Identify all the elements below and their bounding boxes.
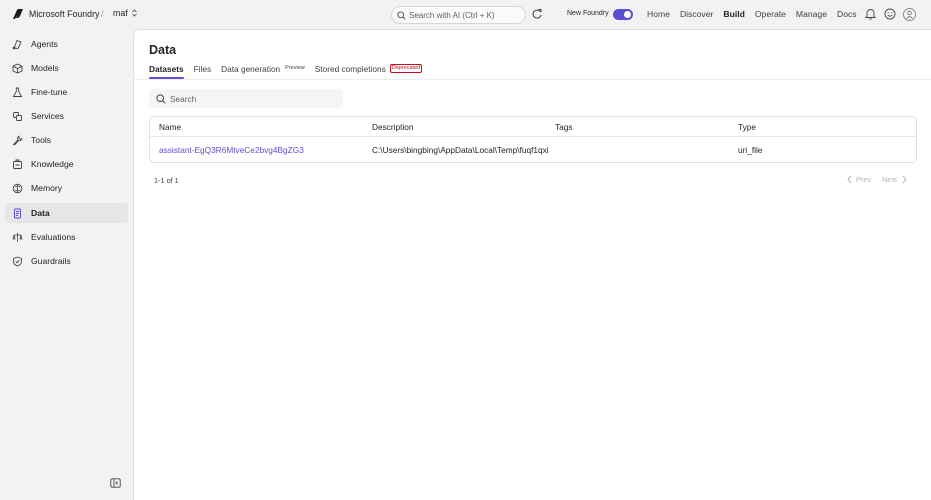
- column-header-type[interactable]: Type: [738, 122, 756, 132]
- cube-icon: [12, 62, 23, 73]
- column-header-tags[interactable]: Tags: [555, 122, 573, 132]
- foundry-logo-icon: [13, 8, 23, 19]
- dataset-type: uri_file: [738, 145, 763, 155]
- chevron-right-icon: [902, 175, 907, 184]
- sidebar-item-label: Guardrails: [31, 256, 71, 266]
- top-nav: Home Discover Build Operate Manage Docs: [647, 9, 867, 19]
- pagination: Prev Next: [846, 175, 908, 184]
- nav-docs[interactable]: Docs: [837, 9, 857, 19]
- sidebar-item-tools[interactable]: Tools: [5, 130, 128, 150]
- global-search[interactable]: [391, 6, 526, 24]
- sidebar-item-label: Evaluations: [31, 232, 76, 242]
- person-icon: [906, 10, 913, 19]
- project-selector[interactable]: maf: [113, 8, 138, 18]
- search-icon: [156, 93, 166, 104]
- tab-divider: [134, 79, 931, 80]
- column-header-description[interactable]: Description: [372, 122, 414, 132]
- tab-label: Stored completions: [314, 64, 386, 74]
- tab-data-generation[interactable]: Data generation Preview: [221, 64, 305, 79]
- new-foundry-label: New Foundry: [567, 10, 609, 17]
- search-icon: [397, 10, 406, 20]
- nav-manage[interactable]: Manage: [796, 9, 827, 19]
- feedback-smile-icon[interactable]: [884, 8, 896, 20]
- column-header-name[interactable]: Name: [159, 122, 181, 132]
- tab-files[interactable]: Files: [194, 64, 212, 79]
- sidebar: Agents Models Fine-tune Services Tools K…: [0, 29, 133, 500]
- tab-label: Data generation: [221, 64, 281, 74]
- datasets-table: Name Description Tags Type assistant-EgQ…: [149, 116, 917, 163]
- pagination-range: 1-1 of 1: [154, 176, 179, 185]
- next-label: Next: [882, 175, 898, 184]
- sidebar-item-services[interactable]: Services: [5, 106, 128, 126]
- tab-stored-completions[interactable]: Stored completions Deprecated: [314, 64, 423, 79]
- page-title: Data: [149, 43, 177, 57]
- memory-icon: [12, 183, 23, 193]
- prev-label: Prev: [856, 175, 872, 184]
- data-icon: [14, 208, 21, 218]
- preview-badge: Preview: [285, 65, 305, 71]
- sidebar-item-label: Tools: [31, 135, 52, 145]
- sidebar-item-models[interactable]: Models: [5, 58, 128, 78]
- dataset-description: C:\Users\bingbing\AppData\Local\Temp\fuq…: [372, 145, 549, 155]
- sidebar-item-knowledge[interactable]: Knowledge: [5, 154, 128, 174]
- user-avatar[interactable]: [903, 8, 916, 21]
- evaluations-icon: [12, 232, 23, 242]
- refresh-icon[interactable]: [531, 8, 543, 20]
- shield-icon: [13, 256, 22, 266]
- sidebar-item-label: Services: [31, 111, 64, 121]
- nav-discover[interactable]: Discover: [680, 9, 713, 19]
- nav-build[interactable]: Build: [723, 9, 744, 19]
- table-header: Name Description Tags Type: [150, 117, 916, 137]
- dataset-name-link[interactable]: assistant-EgQ3R6MtveCe2bvg4BgZG3: [159, 145, 304, 155]
- collapse-sidebar-icon[interactable]: [110, 478, 121, 488]
- deprecated-badge: Deprecated: [389, 64, 423, 73]
- sidebar-item-fine-tune[interactable]: Fine-tune: [5, 82, 128, 102]
- sidebar-item-agents[interactable]: Agents: [5, 34, 128, 54]
- knowledge-icon: [13, 159, 22, 169]
- dataset-search[interactable]: [149, 89, 343, 108]
- nav-operate[interactable]: Operate: [755, 9, 786, 19]
- next-page-button[interactable]: Next: [882, 175, 908, 184]
- top-bar: Microsoft Foundry / maf New Foundry Home…: [0, 0, 931, 29]
- sidebar-item-data[interactable]: Data: [5, 203, 128, 223]
- sidebar-item-label: Knowledge: [31, 159, 74, 169]
- sidebar-item-label: Models: [31, 63, 59, 73]
- agents-icon: [12, 39, 22, 49]
- prev-page-button[interactable]: Prev: [846, 175, 871, 184]
- dataset-search-input[interactable]: [170, 93, 330, 104]
- bell-icon[interactable]: [865, 8, 876, 20]
- flask-icon: [12, 87, 23, 97]
- tab-datasets[interactable]: Datasets: [149, 64, 184, 79]
- tab-label: Datasets: [149, 64, 184, 74]
- main-panel: Data Datasets Files Data generation Prev…: [133, 29, 931, 500]
- sidebar-item-guardrails[interactable]: Guardrails: [5, 251, 128, 271]
- brand-name: Microsoft Foundry: [29, 9, 100, 19]
- sidebar-item-label: Agents: [31, 39, 58, 49]
- breadcrumb-separator: /: [101, 9, 104, 19]
- tab-label: Files: [193, 64, 212, 74]
- services-icon: [13, 111, 22, 121]
- nav-home[interactable]: Home: [647, 9, 670, 19]
- chevron-updown-icon: [131, 9, 137, 17]
- sidebar-item-evaluations[interactable]: Evaluations: [5, 227, 128, 247]
- brand[interactable]: Microsoft Foundry: [12, 8, 99, 20]
- project-name: maf: [113, 8, 128, 18]
- tab-list: Datasets Files Data generation Preview S…: [149, 64, 432, 79]
- chevron-left-icon: [847, 175, 852, 184]
- global-search-input[interactable]: [409, 10, 519, 20]
- table-row[interactable]: assistant-EgQ3R6MtveCe2bvg4BgZG3 C:\User…: [150, 137, 916, 162]
- sidebar-item-memory[interactable]: Memory: [5, 178, 128, 198]
- sidebar-item-label: Data: [31, 208, 50, 218]
- new-foundry-toggle[interactable]: [613, 9, 633, 20]
- sidebar-item-label: Memory: [31, 183, 63, 193]
- sidebar-item-label: Fine-tune: [31, 87, 68, 97]
- wrench-icon: [12, 134, 23, 146]
